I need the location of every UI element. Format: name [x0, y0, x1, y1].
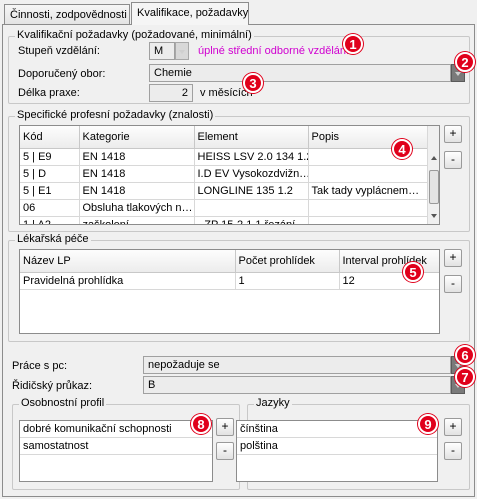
knowledge-scrollbar[interactable]: [427, 126, 439, 224]
license-label: Řidičský průkaz:: [12, 380, 93, 392]
table-cell: 5 | D: [20, 165, 80, 183]
table-cell: Obsluha tlakových n…: [79, 199, 195, 217]
scroll-up-icon[interactable]: [428, 152, 439, 164]
personal-remove-button[interactable]: -: [216, 442, 234, 460]
table-cell: 06: [20, 199, 80, 217]
education-dropdown-button[interactable]: [175, 42, 189, 60]
languages-group-title: Jazyky: [254, 397, 292, 409]
table-cell: [308, 216, 430, 224]
personal-list: dobré komunikační schopnosti samostatnos…: [19, 420, 213, 482]
languages-list: čínština polština: [236, 420, 438, 482]
education-value: M: [154, 45, 164, 57]
practice-input[interactable]: 2: [149, 84, 193, 102]
list-item[interactable]: polština: [237, 438, 437, 455]
table-cell: HEISS LSV 2.0 134 1.2: [194, 148, 309, 166]
field-label: Doporučený obor:: [18, 68, 106, 80]
table-cell: Tak tady vyplácnem…: [308, 182, 430, 200]
scroll-down-icon[interactable]: [428, 210, 439, 222]
marker-3-badge: 3: [243, 73, 263, 93]
tab-cinnosti[interactable]: Činnosti, zodpovědnosti: [4, 4, 130, 24]
column-header[interactable]: Název LP: [20, 250, 236, 273]
marker-4-badge: 4: [392, 139, 412, 159]
tab-label: Kvalifikace, požadavky: [137, 7, 249, 19]
field-value: Chemie: [154, 67, 192, 79]
marker-5-badge: 5: [403, 262, 423, 282]
table-cell: EN 1418: [79, 182, 195, 200]
table-cell: 1 | A2: [20, 216, 80, 224]
field-select[interactable]: Chemie: [149, 64, 451, 82]
tab-kvalifikace[interactable]: Kvalifikace, požadavky: [131, 2, 249, 25]
list-item[interactable]: samostatnost: [20, 438, 212, 455]
education-label: Stupeň vzdělání:: [18, 45, 100, 57]
personal-group-title: Osobnostní profil: [19, 397, 107, 409]
table-cell: 5 | E1: [20, 182, 80, 200]
column-header[interactable]: Interval prohlídek: [339, 250, 439, 273]
license-value: B: [148, 379, 156, 391]
column-header[interactable]: Kód: [20, 126, 80, 149]
table-cell: EN 1418: [79, 148, 195, 166]
table-row[interactable]: 5 | E9 EN 1418 HEISS LSV 2.0 134 1.2: [20, 148, 430, 166]
languages-add-button[interactable]: +: [444, 418, 462, 436]
table-cell: EN 1418: [79, 165, 195, 183]
table-cell: I.D EV Vysokozdvižn…: [194, 165, 309, 183]
table-cell: 1: [235, 272, 340, 290]
marker-9-badge: 9: [418, 414, 438, 434]
column-header[interactable]: Element: [194, 126, 309, 149]
tab-label: Činnosti, zodpovědnosti: [10, 9, 127, 21]
medical-header-row: Název LP Počet prohlídek Interval prohlí…: [20, 250, 439, 273]
personal-add-button[interactable]: +: [216, 418, 234, 436]
practice-label: Délka praxe:: [18, 87, 80, 99]
qualification-group-title: Kvalifikační požadavky (požadované, mini…: [15, 29, 254, 41]
knowledge-table: Kód Kategorie Element Popis 5 | E9 EN 14…: [19, 125, 440, 225]
marker-8-badge: 8: [191, 414, 211, 434]
table-cell: [308, 165, 430, 183]
table-row[interactable]: 06 Obsluha tlakových n…: [20, 199, 430, 217]
table-row[interactable]: 1 | A2 zaškolení - ZP 15-2.1.1 řezání…: [20, 216, 430, 224]
list-item[interactable]: čínština: [237, 421, 437, 438]
table-row[interactable]: Pravidelná prohlídka 1 12: [20, 272, 439, 290]
table-cell: LONGLINE 135 1.2: [194, 182, 309, 200]
languages-remove-button[interactable]: -: [444, 442, 462, 460]
knowledge-header-row: Kód Kategorie Element Popis: [20, 126, 430, 149]
table-cell: - ZP 15-2.1.1 řezání…: [194, 216, 309, 224]
table-cell: 12: [339, 272, 439, 290]
education-description: úplné střední odborné vzdělání: [198, 45, 350, 57]
table-cell: 5 | E9: [20, 148, 80, 166]
marker-6-badge: 6: [455, 345, 475, 365]
practice-value: 2: [181, 87, 188, 99]
marker-2-badge: 2: [455, 52, 475, 72]
table-cell: Pravidelná prohlídka: [20, 272, 236, 290]
pc-select[interactable]: nepožaduje se: [143, 356, 451, 374]
education-select[interactable]: M: [149, 42, 175, 60]
column-header[interactable]: Počet prohlídek: [235, 250, 340, 273]
table-cell: [308, 199, 430, 217]
knowledge-remove-button[interactable]: -: [444, 151, 462, 169]
medical-table: Název LP Počet prohlídek Interval prohlí…: [19, 249, 440, 334]
scroll-thumb[interactable]: [429, 170, 439, 204]
column-header[interactable]: Kategorie: [79, 126, 195, 149]
list-item[interactable]: dobré komunikační schopnosti: [20, 421, 212, 438]
knowledge-add-button[interactable]: +: [444, 125, 462, 143]
table-row[interactable]: 5 | E1 EN 1418 LONGLINE 135 1.2 Tak tady…: [20, 182, 430, 200]
table-cell: zaškolení: [79, 216, 195, 224]
medical-add-button[interactable]: +: [444, 249, 462, 267]
medical-remove-button[interactable]: -: [444, 275, 462, 293]
license-select[interactable]: B: [143, 376, 451, 394]
table-row[interactable]: 5 | D EN 1418 I.D EV Vysokozdvižn…: [20, 165, 430, 183]
pc-label: Práce s pc:: [12, 360, 68, 372]
marker-7-badge: 7: [455, 367, 475, 387]
table-cell: [194, 199, 309, 217]
knowledge-group-title: Specifické profesní požadavky (znalosti): [15, 109, 216, 121]
pc-value: nepožaduje se: [148, 359, 220, 371]
medical-group-title: Lékařská péče: [15, 233, 91, 245]
marker-1-badge: 1: [343, 34, 363, 54]
